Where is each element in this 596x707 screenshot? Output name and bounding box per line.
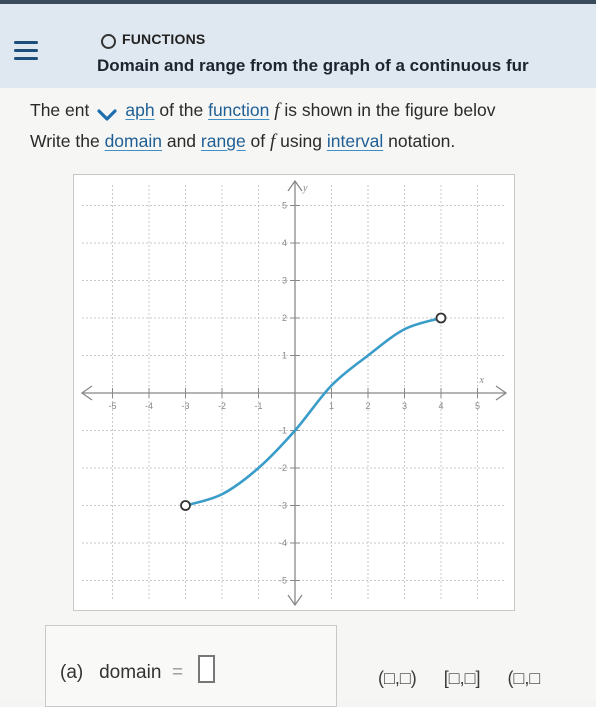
x-tick-label: -3	[181, 401, 189, 411]
y-tick-label: -1	[279, 426, 287, 436]
domain-input[interactable]	[198, 655, 216, 683]
question-line-1: The ent aph of the function f is shown in…	[30, 100, 496, 130]
y-tick-label: 1	[282, 351, 287, 361]
domain-link[interactable]: domain	[105, 131, 162, 151]
x-tick-label: 3	[402, 401, 407, 411]
header: FUNCTIONS Domain and range from the grap…	[0, 0, 596, 92]
topic-label: FUNCTIONS	[122, 31, 206, 47]
y-tick-label: 5	[282, 201, 287, 211]
menu-icon[interactable]	[10, 36, 44, 64]
progress-circle-icon	[101, 34, 116, 49]
y-tick-label: -5	[279, 576, 287, 586]
function-link[interactable]: function	[208, 100, 269, 120]
y-tick-label: -4	[279, 538, 287, 548]
question-line-2: Write the domain and range of f using in…	[30, 131, 456, 152]
x-tick-label: -5	[108, 401, 116, 411]
x-tick-label: 2	[365, 401, 370, 411]
x-tick-label: -4	[145, 401, 153, 411]
chevron-down-icon[interactable]	[89, 106, 126, 130]
open-endpoint-end	[435, 312, 447, 324]
content: The ent aph of the function f is shown in…	[0, 88, 596, 707]
graph-svg: -5 -4 -3 -2 -1 1 2 3 4 5 5 4 3 2 1 -1 -2 -3 -4 -5 x y	[80, 179, 508, 607]
x-tick-label: -2	[218, 401, 226, 411]
x-tick-label: 1	[329, 401, 334, 411]
open-interval-button[interactable]: (□,□)	[378, 668, 417, 689]
y-axis-label: y	[302, 183, 308, 194]
x-tick-label: 4	[438, 401, 443, 411]
function-graph: -5 -4 -3 -2 -1 1 2 3 4 5 5 4 3 2 1 -1 -2 -3 -4 -5 x y	[73, 174, 515, 611]
x-axis-label: x	[479, 375, 485, 386]
graph-link[interactable]: aph	[125, 100, 154, 120]
y-tick-label: 4	[282, 238, 287, 248]
open-endpoint-start	[180, 500, 191, 511]
interval-link[interactable]: interval	[327, 131, 383, 151]
answer-box: (a) domain =	[45, 625, 337, 707]
page-title: Domain and range from the graph of a con…	[97, 56, 529, 75]
y-tick-label: 3	[282, 276, 287, 286]
x-tick-label: -1	[254, 401, 262, 411]
domain-row: (a) domain =	[60, 655, 216, 684]
function-curve	[184, 316, 443, 507]
y-tick-label: -2	[279, 463, 287, 473]
y-tick-label: 2	[282, 313, 287, 323]
closed-interval-button[interactable]: [□,□]	[444, 668, 481, 689]
x-tick-label: 5	[475, 401, 480, 411]
range-link[interactable]: range	[201, 131, 246, 151]
interval-palette: (□,□) [□,□] (□,□	[378, 668, 562, 689]
y-tick-label: -3	[279, 501, 287, 511]
half-open-interval-button[interactable]: (□,□	[508, 668, 541, 689]
